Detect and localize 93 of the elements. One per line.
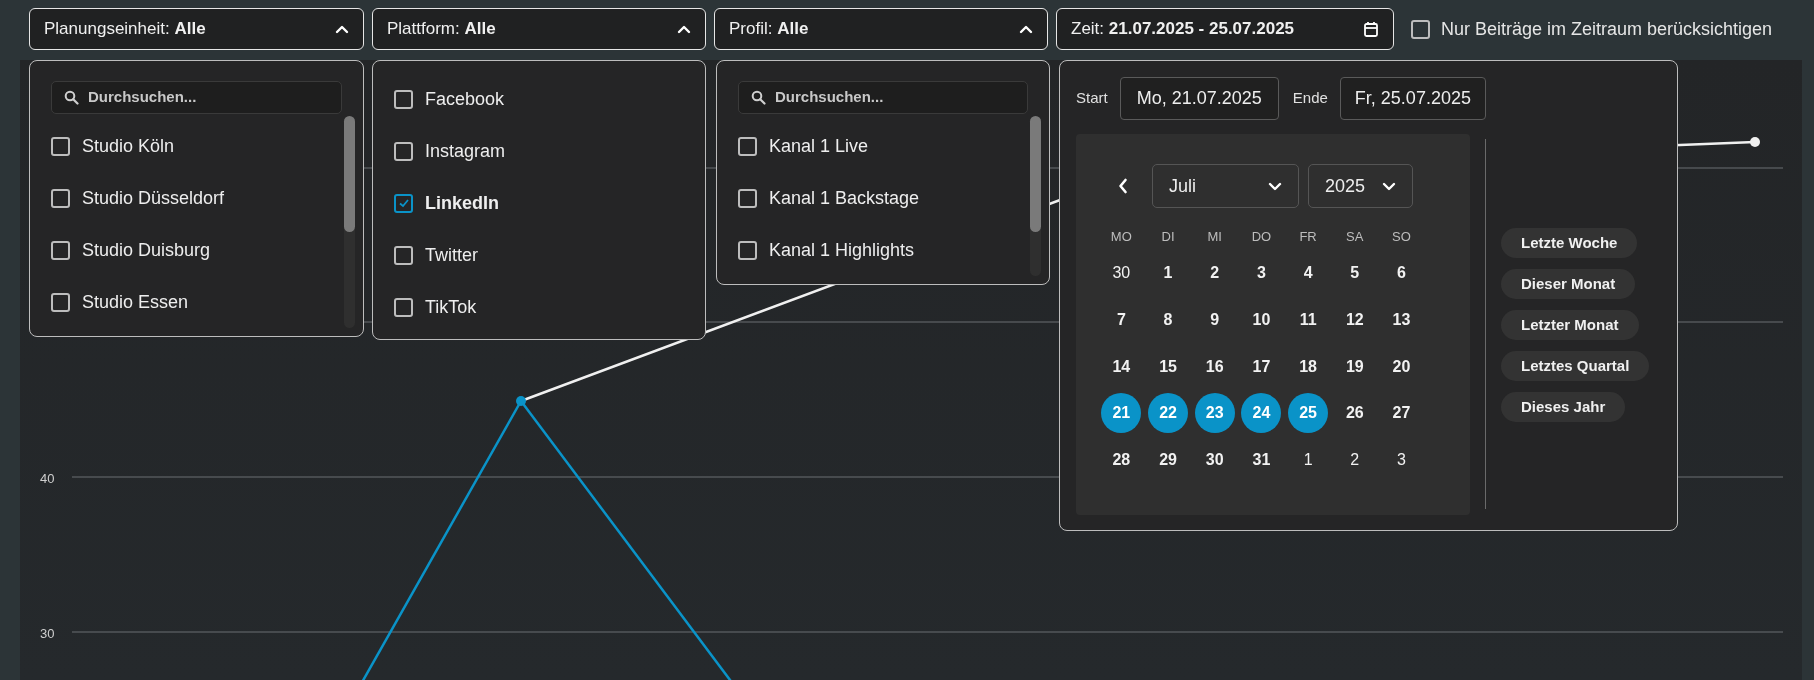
checkbox[interactable] — [51, 188, 70, 208]
chevron-up-icon — [677, 24, 691, 34]
calendar-day[interactable]: 18 — [1288, 346, 1329, 387]
weekday-label: DO — [1251, 228, 1272, 247]
filter-dropdown[interactable]: Planungseinheit: Alle — [29, 8, 364, 50]
weekday-label: MO — [1110, 228, 1132, 247]
checkbox[interactable] — [1411, 19, 1430, 39]
chevron-up-icon — [335, 24, 349, 34]
end-label: Ende — [1292, 87, 1328, 108]
option-label[interactable]: Studio Köln — [82, 132, 175, 160]
axis-label: 40 — [40, 470, 55, 488]
calendar-day[interactable]: 10 — [1241, 300, 1282, 341]
checkbox[interactable] — [394, 89, 413, 109]
weekday-label: SA — [1346, 228, 1364, 247]
calendar-day[interactable]: 3 — [1241, 253, 1282, 294]
checkbox[interactable] — [394, 297, 413, 317]
calendar-day[interactable]: 4 — [1288, 253, 1329, 294]
scrollbar[interactable] — [344, 116, 355, 328]
preset-button[interactable]: Dieses Jahr — [1501, 392, 1626, 422]
previous-month-button[interactable] — [1118, 178, 1128, 194]
weekday-label: FR — [1299, 228, 1317, 247]
chevron-down-icon — [1382, 181, 1396, 191]
start-label: Start — [1076, 87, 1108, 108]
chevron-up-icon — [1019, 24, 1033, 34]
option-label[interactable]: Facebook — [425, 85, 505, 113]
checkbox-label[interactable]: Nur Beiträge im Zeitraum berücksichtigen — [1441, 15, 1773, 43]
checkbox[interactable] — [394, 141, 413, 161]
calendar-day[interactable]: 1 — [1288, 440, 1329, 481]
calendar-day[interactable]: 15 — [1148, 346, 1189, 387]
search-field[interactable]: Durchsuchen... — [738, 81, 1028, 114]
option-label[interactable]: Kanal 1 Live — [769, 132, 869, 160]
preset-button[interactable]: Letztes Quartal — [1501, 351, 1650, 381]
option-label[interactable]: Studio Düsseldorf — [82, 184, 225, 212]
checkbox[interactable] — [394, 193, 413, 213]
preset-button[interactable]: Letzter Monat — [1501, 310, 1639, 340]
calendar-day[interactable]: 12 — [1334, 300, 1375, 341]
option-label[interactable]: Kanal 1 Highlights — [769, 236, 915, 264]
option-label[interactable]: Twitter — [425, 241, 478, 269]
weekday-label: DI — [1161, 228, 1175, 247]
calendar-day[interactable]: 3 — [1381, 440, 1422, 481]
calendar-day[interactable]: 2 — [1194, 253, 1235, 294]
calendar-day[interactable]: 16 — [1194, 346, 1235, 387]
weekday-label: SO — [1392, 228, 1411, 247]
calendar-day[interactable]: 1 — [1148, 253, 1189, 294]
scrollbar[interactable] — [1030, 116, 1041, 276]
calendar-day[interactable]: 7 — [1101, 300, 1142, 341]
chevron-down-icon — [1268, 181, 1282, 191]
preset-button[interactable]: Letzte Woche — [1501, 228, 1638, 258]
calendar-day[interactable]: 19 — [1334, 346, 1375, 387]
checkbox[interactable] — [738, 136, 757, 156]
calendar-day[interactable]: 28 — [1101, 440, 1142, 481]
calendar-day[interactable]: 9 — [1194, 300, 1235, 341]
preset-button[interactable]: Dieser Monat — [1501, 269, 1636, 299]
calendar-day[interactable]: 13 — [1381, 300, 1422, 341]
calendar-day[interactable]: 5 — [1334, 253, 1375, 294]
option-label[interactable]: Studio Essen — [82, 288, 189, 316]
calendar-day[interactable]: 2 — [1334, 440, 1375, 481]
calendar-day[interactable]: 31 — [1241, 440, 1282, 481]
option-label[interactable]: Kanal 1 Backstage — [769, 184, 920, 212]
year-select[interactable]: 2025 — [1308, 164, 1413, 208]
checkbox[interactable] — [738, 240, 757, 260]
end-date-field[interactable]: Fr, 25.07.2025 — [1339, 76, 1486, 120]
checkbox[interactable] — [51, 292, 70, 312]
calendar-day[interactable]: 6 — [1381, 253, 1422, 294]
filter-dropdown[interactable]: Plattform: Alle — [372, 8, 706, 50]
checkbox[interactable] — [738, 188, 757, 208]
calendar-day[interactable]: 11 — [1288, 300, 1329, 341]
calendar-icon — [1363, 20, 1379, 38]
calendar-day[interactable]: 29 — [1148, 440, 1189, 481]
calendar-day[interactable]: 30 — [1101, 253, 1142, 294]
search-field[interactable]: Durchsuchen... — [51, 81, 342, 114]
month-select[interactable]: Juli — [1152, 164, 1299, 208]
axis-label: 30 — [40, 625, 55, 643]
search-icon — [751, 90, 766, 105]
calendar-day[interactable]: 30 — [1194, 440, 1235, 481]
date-range-field[interactable]: Zeit: 21.07.2025 - 25.07.2025 — [1056, 8, 1394, 50]
checkbox[interactable] — [51, 240, 70, 260]
option-label[interactable]: LinkedIn — [425, 189, 499, 217]
calendar-day[interactable]: 8 — [1148, 300, 1189, 341]
calendar-day[interactable]: 27 — [1381, 393, 1422, 434]
search-icon — [64, 90, 79, 105]
option-label[interactable]: TikTok — [425, 293, 477, 321]
calendar-day[interactable]: 26 — [1334, 393, 1375, 434]
calendar-day[interactable]: 20 — [1381, 346, 1422, 387]
weekday-label: MI — [1207, 228, 1222, 247]
start-date-field[interactable]: Mo, 21.07.2025 — [1119, 76, 1279, 120]
option-label[interactable]: Studio Duisburg — [82, 236, 211, 264]
checkbox[interactable] — [51, 136, 70, 156]
calendar-day[interactable]: 17 — [1241, 346, 1282, 387]
checkbox[interactable] — [394, 245, 413, 265]
calendar-day[interactable]: 14 — [1101, 346, 1142, 387]
option-label[interactable]: Instagram — [425, 137, 506, 165]
filter-dropdown[interactable]: Profil: Alle — [714, 8, 1048, 50]
